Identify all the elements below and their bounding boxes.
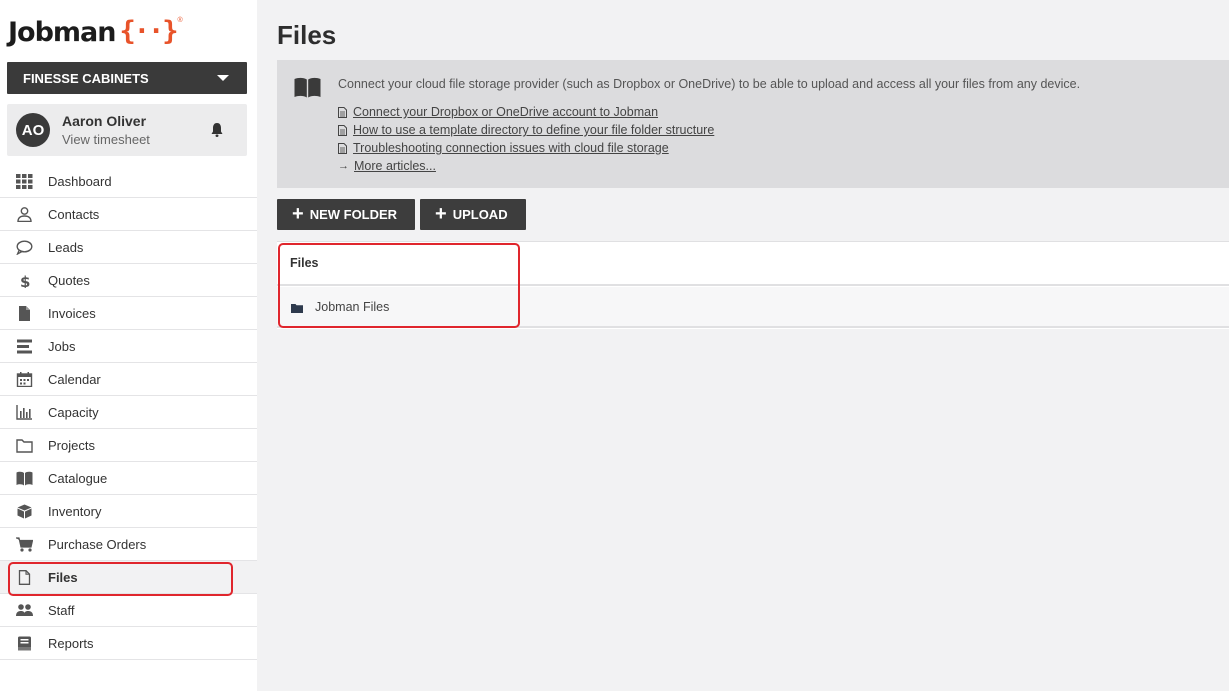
info-banner: Connect your cloud file storage provider… — [277, 60, 1229, 188]
doc-icon — [338, 124, 347, 136]
sidebar-item-label: Catalogue — [48, 471, 108, 486]
book-icon — [294, 77, 321, 98]
help-link-connect-dropbox[interactable]: Connect your Dropbox or OneDrive account… — [353, 105, 658, 119]
files-header-label: Files — [290, 256, 319, 270]
sidebar-item-invoices[interactable]: Invoices — [0, 297, 257, 330]
help-link-item: Troubleshooting connection issues with c… — [338, 139, 714, 157]
sidebar-item-reports[interactable]: Reports — [0, 627, 257, 660]
sidebar-item-purchase-orders[interactable]: Purchase Orders — [0, 528, 257, 561]
folder-icon — [291, 304, 303, 313]
caret-down-icon — [217, 75, 229, 81]
folder-name: Jobman Files — [315, 300, 390, 314]
cart-icon — [16, 537, 33, 552]
sidebar-item-staff[interactable]: Staff — [0, 594, 257, 627]
sidebar-item-contacts[interactable]: Contacts — [0, 198, 257, 231]
help-links: Connect your Dropbox or OneDrive account… — [338, 103, 714, 175]
sidebar-item-label: Projects — [48, 438, 95, 453]
sidebar-item-calendar[interactable]: Calendar — [0, 363, 257, 396]
sidebar-item-label: Calendar — [48, 372, 101, 387]
sidebar-item-projects[interactable]: Projects — [0, 429, 257, 462]
new-folder-label: NEW FOLDER — [309, 207, 398, 222]
sidebar-item-quotes[interactable]: $ Quotes — [0, 264, 257, 297]
grid-icon — [16, 174, 33, 189]
company-name: FINESSE CABINETS — [23, 70, 149, 86]
sidebar-item-files[interactable]: Files — [0, 561, 257, 594]
sidebar-item-catalogue[interactable]: Catalogue — [0, 462, 257, 495]
user-card: AO Aaron Oliver View timesheet — [7, 104, 247, 156]
people-icon — [16, 604, 33, 616]
sidebar: Jobman {··} ® FINESSE CABINETS AO Aaron … — [0, 0, 257, 691]
help-link-template-directory[interactable]: How to use a template directory to defin… — [353, 123, 714, 137]
sidebar-item-label: Leads — [48, 240, 84, 255]
document-icon — [19, 306, 30, 321]
calendar-icon — [16, 372, 33, 387]
logo-mark: {··} — [119, 15, 179, 47]
sidebar-item-label: Files — [48, 570, 78, 585]
report-icon — [18, 636, 31, 651]
list-bars-icon — [17, 339, 32, 354]
page-title: Files — [277, 20, 337, 50]
sidebar-nav: Dashboard Contacts Leads $ Quotes Invoic… — [0, 165, 257, 660]
chat-bubble-icon — [16, 240, 33, 255]
more-articles-link[interactable]: More articles... — [354, 159, 436, 173]
person-icon — [17, 207, 32, 222]
help-link-item: Connect your Dropbox or OneDrive account… — [338, 103, 714, 121]
plus-icon: + — [435, 202, 447, 225]
sidebar-item-jobs[interactable]: Jobs — [0, 330, 257, 363]
upload-label: UPLOAD — [452, 207, 508, 222]
plus-icon: + — [292, 202, 304, 225]
user-name: Aaron Oliver — [62, 113, 147, 129]
new-folder-button[interactable]: + NEW FOLDER — [277, 199, 415, 230]
files-table: Files Jobman Files — [277, 241, 1229, 329]
svg-text:$: $ — [20, 273, 30, 288]
sidebar-item-label: Quotes — [48, 273, 90, 288]
info-text: Connect your cloud file storage provider… — [338, 77, 1081, 91]
dollar-icon: $ — [20, 273, 30, 288]
sidebar-item-label: Contacts — [48, 207, 100, 222]
book-icon — [16, 471, 33, 486]
logo-text: Jobman — [8, 16, 116, 48]
jobman-logo[interactable]: Jobman {··} ® — [8, 14, 183, 50]
files-table-header: Files — [277, 242, 1229, 286]
sidebar-item-label: Invoices — [48, 306, 96, 321]
sidebar-item-label: Staff — [48, 603, 75, 618]
sidebar-item-inventory[interactable]: Inventory — [0, 495, 257, 528]
bell-icon[interactable] — [210, 122, 224, 138]
help-link-item: → More articles... — [338, 157, 714, 175]
folder-icon — [16, 439, 33, 453]
sidebar-item-dashboard[interactable]: Dashboard — [0, 165, 257, 198]
sidebar-item-label: Reports — [48, 636, 94, 651]
sidebar-item-label: Capacity — [48, 405, 99, 420]
arrow-right-icon: → — [338, 160, 349, 172]
sidebar-item-leads[interactable]: Leads — [0, 231, 257, 264]
view-timesheet-link[interactable]: View timesheet — [62, 132, 150, 147]
company-select[interactable]: FINESSE CABINETS — [7, 62, 247, 94]
sidebar-item-label: Dashboard — [48, 174, 112, 189]
doc-icon — [338, 106, 347, 118]
upload-button[interactable]: + UPLOAD — [420, 199, 526, 230]
logo-registered-mark: ® — [177, 16, 183, 24]
box-icon — [17, 504, 32, 519]
doc-icon — [338, 142, 347, 154]
file-outline-icon — [18, 570, 31, 585]
avatar[interactable]: AO — [16, 113, 50, 147]
table-row[interactable]: Jobman Files — [277, 287, 1229, 328]
sidebar-item-label: Purchase Orders — [48, 537, 147, 552]
sidebar-item-capacity[interactable]: Capacity — [0, 396, 257, 429]
help-link-item: How to use a template directory to defin… — [338, 121, 714, 139]
bar-chart-icon — [16, 405, 32, 420]
sidebar-item-label: Jobs — [48, 339, 76, 354]
sidebar-item-label: Inventory — [48, 504, 102, 519]
help-link-troubleshooting[interactable]: Troubleshooting connection issues with c… — [353, 141, 669, 155]
